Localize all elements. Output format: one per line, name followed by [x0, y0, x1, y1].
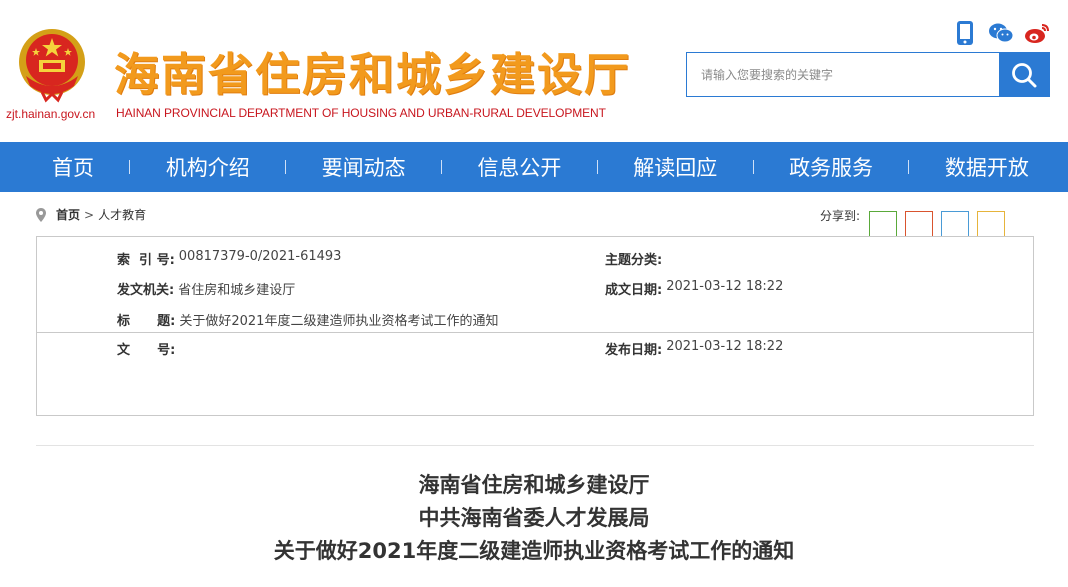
nav-divider: [441, 160, 443, 174]
meta-created: 成文日期: 2021-03-12 18:22: [605, 279, 783, 298]
meta-created-label: 成文日期:: [605, 283, 663, 298]
meta-published: 发布日期: 2021-03-12 18:22: [605, 339, 783, 358]
location-pin-icon: [36, 207, 46, 222]
article-title-line-1: 海南省住房和城乡建设厅: [418, 473, 650, 497]
share-wechat-button[interactable]: [869, 211, 897, 239]
meta-docno: 文 号:: [117, 339, 179, 358]
social-links: [952, 20, 1050, 46]
weibo-icon[interactable]: [1024, 20, 1050, 46]
site-title[interactable]: 海南省住房和城乡建设厅: [114, 38, 631, 103]
nav-item-open-data[interactable]: 数据开放: [945, 152, 1029, 182]
national-emblem-icon: [19, 29, 85, 103]
meta-index: 索 引 号: 00817379-0/2021-61493: [117, 249, 341, 268]
breadcrumb-separator: >: [84, 207, 95, 222]
share-qq-button[interactable]: [941, 211, 969, 239]
meta-title-value: 关于做好2021年度二级建造师执业资格考试工作的通知: [179, 314, 499, 329]
meta-created-value: 2021-03-12 18:22: [666, 279, 784, 294]
breadcrumb-home[interactable]: 首页: [56, 206, 80, 223]
search-button[interactable]: [999, 53, 1049, 96]
share-weibo-button[interactable]: [905, 211, 933, 239]
meta-issuer: 发文机关: 省住房和城乡建设厅: [117, 279, 295, 298]
nav-item-news[interactable]: 要闻动态: [322, 152, 406, 182]
wechat-icon[interactable]: [988, 20, 1014, 46]
nav-divider: [285, 160, 287, 174]
nav-divider: [908, 160, 910, 174]
breadcrumb: 首页 > 人才教育: [36, 206, 146, 223]
nav-divider: [596, 160, 598, 174]
nav-divider: [129, 160, 131, 174]
nav-item-organization[interactable]: 机构介绍: [166, 152, 250, 182]
content-divider: [36, 445, 1034, 446]
mobile-icon[interactable]: [952, 20, 978, 46]
meta-index-value: 00817379-0/2021-61493: [178, 249, 342, 264]
meta-title-label: 标 题:: [117, 314, 176, 329]
meta-topic: 主题分类:: [605, 249, 666, 268]
nav-divider: [752, 160, 754, 174]
meta-title: 标 题: 关于做好2021年度二级建造师执业资格考试工作的通知: [117, 310, 498, 329]
share-qzone-button[interactable]: [977, 211, 1005, 239]
site-header: zjt.hainan.gov.cn 海南省住房和城乡建设厅 HAINAN PRO…: [0, 0, 1068, 142]
meta-issuer-label: 发文机关:: [117, 283, 175, 298]
search-box: [686, 52, 1050, 97]
meta-index-label: 索 引 号:: [117, 253, 175, 268]
main-nav: 首页 机构介绍 要闻动态 信息公开 解读回应 政务服务 数据开放: [0, 142, 1068, 192]
meta-divider: [37, 332, 1033, 333]
nav-item-interpretation[interactable]: 解读回应: [633, 152, 717, 182]
search-icon: [1012, 62, 1037, 87]
site-subtitle: HAINAN PROVINCIAL DEPARTMENT OF HOUSING …: [116, 106, 606, 120]
meta-topic-label: 主题分类:: [605, 253, 663, 268]
search-input[interactable]: [687, 53, 999, 96]
article-title-line-3: 关于做好2021年度二级建造师执业资格考试工作的通知: [273, 539, 795, 563]
meta-issuer-value: 省住房和城乡建设厅: [178, 283, 296, 298]
nav-item-info-disclosure[interactable]: 信息公开: [477, 152, 561, 182]
site-domain[interactable]: zjt.hainan.gov.cn: [6, 107, 95, 121]
document-meta-table: 索 引 号: 00817379-0/2021-61493 主题分类: 发文机关:…: [36, 236, 1034, 416]
meta-published-label: 发布日期:: [605, 343, 663, 358]
meta-published-value: 2021-03-12 18:22: [666, 339, 784, 354]
breadcrumb-current[interactable]: 人才教育: [98, 206, 146, 223]
meta-docno-label: 文 号:: [117, 343, 176, 358]
nav-item-gov-services[interactable]: 政务服务: [789, 152, 873, 182]
share-label: 分享到:: [820, 209, 861, 223]
nav-item-home[interactable]: 首页: [52, 152, 94, 182]
article-title-line-2: 中共海南省委人才发展局: [418, 506, 650, 530]
